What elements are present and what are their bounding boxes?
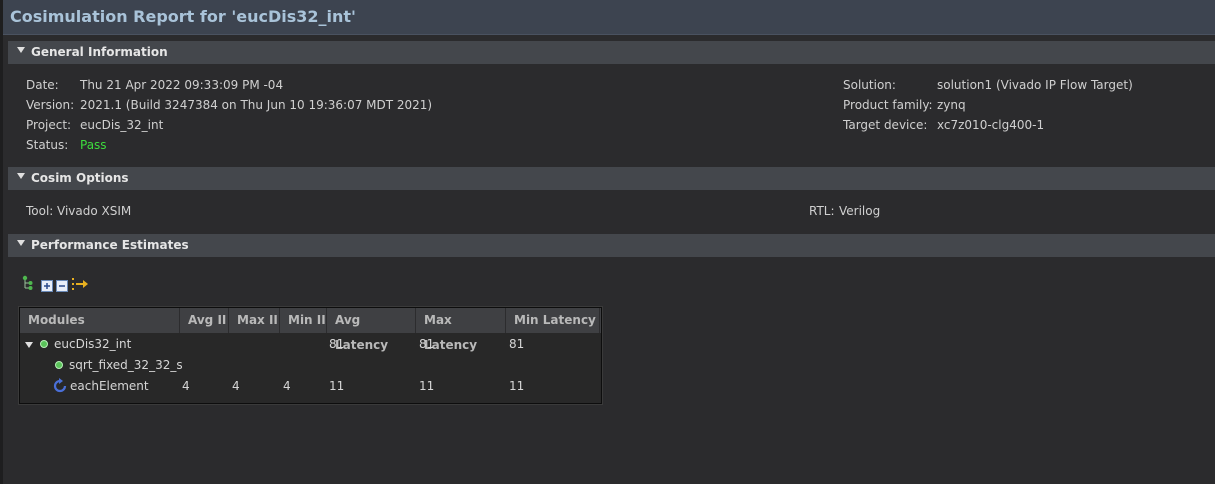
module-name: eachElement (70, 379, 149, 393)
module-name: eucDis32_int (54, 337, 132, 351)
max-ii-cell: 4 (232, 379, 240, 393)
rtl-label: RTL: (809, 204, 835, 218)
max-latency-cell: 81 (419, 337, 435, 351)
date-value: Thu 21 Apr 2022 09:33:09 PM -04 (80, 78, 284, 92)
report-title-bar: Cosimulation Report for 'eucDis32_int' (3, 0, 1215, 35)
expand-all-icon[interactable] (41, 277, 53, 296)
module-name: sqrt_fixed_32_32_s (69, 358, 183, 372)
loop-icon (52, 378, 68, 398)
project-value: eucDis_32_int (80, 118, 164, 132)
target-device-value: xc7z010-clg400-1 (937, 118, 1045, 132)
avg-latency-cell: 11 (329, 379, 345, 393)
table-row[interactable]: eachElement 4 4 4 11 11 11 (20, 376, 601, 397)
section-title: Performance Estimates (31, 238, 189, 252)
version-value: 2021.1 (Build 3247384 on Thu Jun 10 19:3… (80, 98, 433, 112)
max-latency-cell: 11 (419, 379, 435, 393)
hierarchy-icon[interactable] (22, 275, 34, 295)
performance-table: Modules Avg II Max II Min II Avg Latency… (19, 307, 602, 404)
module-dot-icon (55, 361, 63, 369)
collapse-triangle-icon[interactable] (17, 173, 25, 179)
tool-value: Vivado XSIM (57, 204, 132, 218)
col-min-ii[interactable]: Min II (280, 308, 327, 333)
table-row[interactable]: eucDis32_int 81 81 81 (20, 334, 601, 355)
status-label: Status: (26, 138, 69, 152)
version-label: Version: (26, 98, 75, 112)
collapse-triangle-icon[interactable] (17, 240, 25, 246)
section-title: Cosim Options (31, 171, 129, 185)
avg-latency-cell: 81 (329, 337, 345, 351)
avg-ii-cell: 4 (182, 379, 190, 393)
min-latency-cell: 81 (509, 337, 525, 351)
col-max-latency[interactable]: Max Latency (416, 308, 506, 352)
table-row[interactable]: sqrt_fixed_32_32_s (20, 355, 601, 376)
date-label: Date: (26, 78, 59, 92)
product-family-label: Product family: (843, 98, 933, 112)
min-latency-cell: 11 (509, 379, 525, 393)
product-family-value: zynq (937, 98, 966, 112)
col-avg-latency[interactable]: Avg Latency (327, 308, 416, 352)
cosim-options-header[interactable]: Cosim Options (8, 167, 1215, 190)
col-max-ii[interactable]: Max II (229, 308, 280, 333)
solution-label: Solution: (843, 78, 896, 92)
collapse-all-icon[interactable] (56, 277, 68, 296)
solution-value: solution1 (Vivado IP Flow Target) (937, 78, 1133, 92)
go-to-source-icon[interactable] (71, 276, 89, 295)
project-label: Project: (26, 118, 72, 132)
col-avg-ii[interactable]: Avg II (180, 308, 229, 333)
section-title: General Information (31, 45, 168, 59)
table-header: Modules Avg II Max II Min II Avg Latency… (20, 308, 601, 352)
module-dot-icon (40, 340, 48, 348)
report-title: Cosimulation Report for 'eucDis32_int' (10, 7, 356, 26)
status-value: Pass (80, 138, 107, 152)
min-ii-cell: 4 (283, 379, 291, 393)
target-device-label: Target device: (843, 118, 928, 132)
tree-expand-icon[interactable] (25, 342, 33, 348)
performance-estimates-header[interactable]: Performance Estimates (8, 234, 1215, 257)
col-min-latency[interactable]: Min Latency (506, 308, 600, 333)
left-border (0, 0, 3, 484)
general-information-header[interactable]: General Information (8, 41, 1215, 64)
col-modules[interactable]: Modules (20, 308, 180, 333)
collapse-triangle-icon[interactable] (17, 47, 25, 53)
rtl-value: Verilog (839, 204, 881, 218)
tool-label: Tool: (26, 204, 54, 218)
